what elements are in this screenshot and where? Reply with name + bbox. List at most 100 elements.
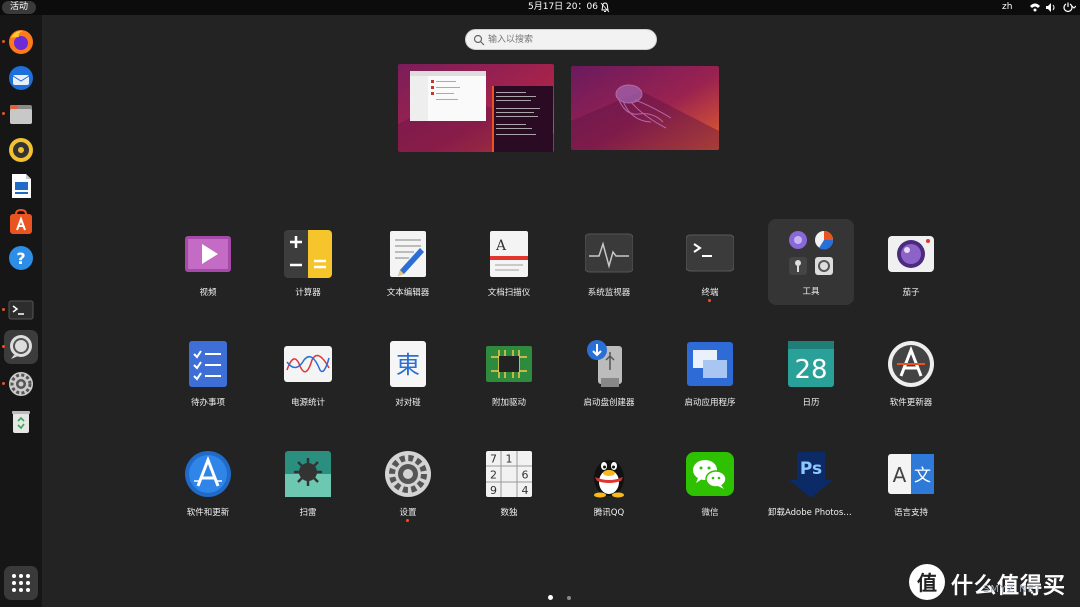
app-sudoku[interactable]: 7 1 2 6 9 4 数独 xyxy=(466,440,552,526)
app-mines[interactable]: 扫雷 xyxy=(265,440,351,526)
notification-bell-icon[interactable] xyxy=(600,2,610,13)
app-software-properties[interactable]: 软件和更新 xyxy=(165,440,251,526)
workspace-2-preview xyxy=(571,66,719,150)
watermark-logo: 值 xyxy=(909,564,945,600)
running-indicator xyxy=(406,519,409,522)
dock-firefox[interactable] xyxy=(2,25,38,59)
app-software-updater[interactable]: 软件更新器 xyxy=(868,330,954,416)
running-indicator xyxy=(2,345,5,348)
app-startup-disk-creator[interactable]: 启动盘创建器 xyxy=(566,330,652,416)
dock: ? xyxy=(0,15,42,607)
page-indicator-1[interactable] xyxy=(548,595,553,600)
app-label: 扫雷 xyxy=(299,508,317,518)
app-label: 工具 xyxy=(802,287,820,297)
svg-text:6: 6 xyxy=(522,469,529,482)
app-label: 软件更新器 xyxy=(889,398,933,408)
app-label: 软件和更新 xyxy=(186,508,230,518)
wifi-icon xyxy=(1030,3,1040,12)
app-text-editor[interactable]: 文本编辑器 xyxy=(365,220,451,306)
running-indicator xyxy=(708,299,711,302)
firefox-icon xyxy=(9,30,33,54)
dock-settings[interactable] xyxy=(2,367,38,401)
wechat-icon xyxy=(686,452,734,496)
svg-text:A: A xyxy=(893,463,907,487)
page-indicator-2[interactable] xyxy=(567,596,571,600)
qq-penguin-icon xyxy=(594,460,624,498)
app-label: 终端 xyxy=(701,288,719,298)
app-power-statistics[interactable]: 电源统计 xyxy=(265,330,351,416)
app-label: 系统监视器 xyxy=(587,288,631,298)
volume-icon xyxy=(1046,3,1055,12)
running-indicator xyxy=(2,308,5,311)
app-uninstall-photoshop[interactable]: Ps 卸载Adobe Photoshop CC 2019 xyxy=(768,440,854,526)
workspace-thumbnail-2[interactable] xyxy=(571,66,719,150)
app-todo[interactable]: 待办事项 xyxy=(165,330,251,416)
app-tencent-qq[interactable]: 腾讯QQ xyxy=(566,440,652,526)
videos-icon xyxy=(185,236,231,272)
search-box[interactable] xyxy=(465,29,657,50)
thunderbird-icon xyxy=(9,66,33,90)
app-cheese[interactable]: 茄子 xyxy=(868,220,954,306)
tools-folder-icon xyxy=(789,231,834,275)
app-document-scanner[interactable]: A 文档扫描仪 xyxy=(466,220,552,306)
watermark: 值 什么值得买 SMYZ.NET xyxy=(905,562,1075,602)
app-language-support[interactable]: A 文 语言支持 xyxy=(868,440,954,526)
app-system-monitor[interactable]: 系统监视器 xyxy=(566,220,652,306)
app-additional-drivers[interactable]: 附加驱动 xyxy=(466,330,552,416)
dock-rhythmbox[interactable] xyxy=(4,133,38,167)
app-label: 卸载Adobe Photoshop CC 2019 xyxy=(768,508,854,518)
mahjongg-tile-icon: 東 xyxy=(390,341,426,387)
svg-text:7: 7 xyxy=(490,453,497,466)
apps-grid-icon xyxy=(12,574,30,592)
app-terminal[interactable]: 终端 xyxy=(667,220,753,306)
help-icon: ? xyxy=(9,246,33,270)
activities-button[interactable]: 活动 xyxy=(2,1,37,14)
power-statistics-icon xyxy=(284,346,332,382)
app-label: 数独 xyxy=(500,508,518,518)
app-startup-applications[interactable]: 启动应用程序 xyxy=(667,330,753,416)
dock-libreoffice-writer[interactable] xyxy=(4,169,38,203)
dock-software[interactable] xyxy=(4,205,38,239)
todo-list-icon xyxy=(189,341,227,387)
app-folder-tools[interactable]: 工具 xyxy=(768,219,854,305)
app-label: 启动应用程序 xyxy=(684,398,736,408)
calendar-icon: 28 xyxy=(788,341,834,387)
mines-icon xyxy=(285,451,331,497)
screenshot-icon xyxy=(10,335,32,359)
system-monitor-icon xyxy=(585,233,633,273)
app-calendar[interactable]: 28 日历 xyxy=(768,330,854,416)
app-label: 视频 xyxy=(199,288,217,298)
svg-text:值: 值 xyxy=(917,571,937,595)
input-method-indicator[interactable]: zh xyxy=(1002,0,1012,15)
dock-help[interactable]: ? xyxy=(4,241,38,275)
dock-trash[interactable] xyxy=(4,405,38,439)
app-mahjongg[interactable]: 東 对对碰 xyxy=(365,330,451,416)
usb-drive-icon xyxy=(587,340,622,387)
workspace-thumbnail-1[interactable] xyxy=(398,64,554,152)
app-label: 文档扫描仪 xyxy=(487,288,531,298)
chip-driver-icon xyxy=(486,346,532,382)
running-indicator xyxy=(2,40,5,43)
app-label: 电源统计 xyxy=(290,398,325,408)
running-indicator xyxy=(2,112,5,115)
dock-files[interactable] xyxy=(2,97,38,131)
svg-text:28: 28 xyxy=(794,355,827,385)
dock-screenshot[interactable] xyxy=(2,330,38,364)
show-applications-button[interactable] xyxy=(4,566,38,600)
terminal-icon xyxy=(686,234,734,272)
rhythmbox-icon xyxy=(9,138,33,162)
svg-text:東: 東 xyxy=(396,351,420,379)
sudoku-grid-icon: 7 1 2 6 9 4 xyxy=(486,451,532,497)
clock[interactable]: 5月17日 20：06 xyxy=(528,0,598,15)
search-input[interactable] xyxy=(488,32,648,48)
dock-terminal[interactable] xyxy=(2,293,38,327)
app-label: 计算器 xyxy=(295,288,321,298)
system-status-icons[interactable] xyxy=(1028,2,1076,13)
terminal-window xyxy=(493,86,553,152)
price-tag-icon: 值 xyxy=(917,571,937,595)
app-calculator[interactable]: 计算器 xyxy=(265,220,351,306)
app-videos[interactable]: 视频 xyxy=(165,220,251,306)
dock-thunderbird[interactable] xyxy=(4,61,38,95)
app-wechat[interactable]: 微信 xyxy=(667,440,753,526)
app-settings[interactable]: 设置 xyxy=(365,440,451,526)
